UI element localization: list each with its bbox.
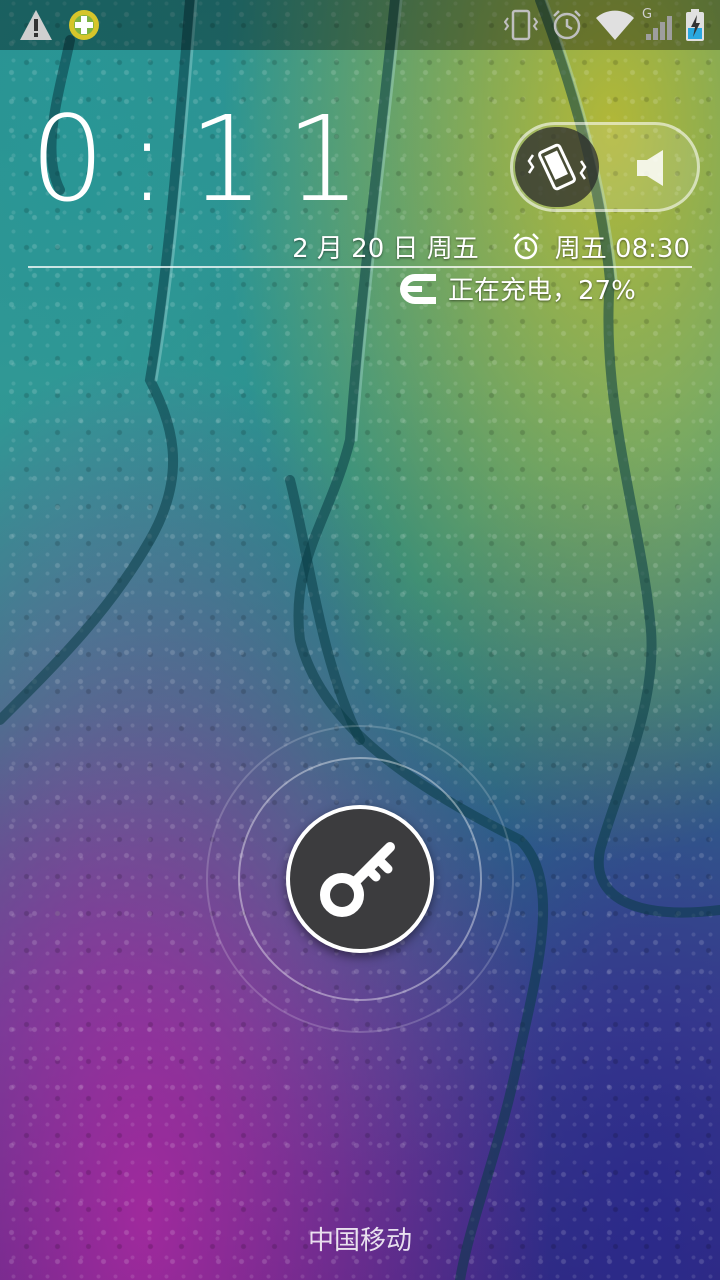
- charging-status: 正在充电，27%: [392, 270, 636, 307]
- status-bar: G: [0, 0, 720, 50]
- signal-icon: G: [640, 8, 676, 42]
- lockscreen-clock: 0:11: [30, 90, 383, 228]
- date-label: 2 月 20 日 周五: [292, 234, 479, 264]
- key-icon: [320, 842, 395, 917]
- alarm-icon: [553, 10, 581, 40]
- toggle-knob[interactable]: [515, 127, 599, 207]
- divider: [28, 266, 692, 268]
- charging-text: 正在充电，27%: [448, 276, 636, 306]
- charging-plug-icon: [400, 273, 436, 304]
- speaker-icon: [637, 150, 663, 186]
- carrier-label: 中国移动: [307, 1226, 412, 1256]
- sound-mode-toggle[interactable]: [510, 122, 700, 212]
- battery-charging-icon: [686, 9, 704, 41]
- date-alarm-line: 2 月 20 日 周五 周五 08:30: [292, 228, 690, 265]
- alarm-icon: [512, 232, 539, 259]
- vibrate-icon: [504, 9, 538, 41]
- app-notification-icon: [69, 10, 99, 40]
- next-alarm-label: 周五 08:30: [554, 234, 690, 264]
- wifi-icon: [596, 10, 634, 40]
- lock-screen: G 0:11 2 月 20 日 周五 周五 08:30 正在充电，27% 中国移…: [0, 0, 720, 1280]
- vibrate-icon: [527, 143, 587, 191]
- unlock-button[interactable]: [286, 805, 434, 953]
- warning-icon: [20, 10, 52, 40]
